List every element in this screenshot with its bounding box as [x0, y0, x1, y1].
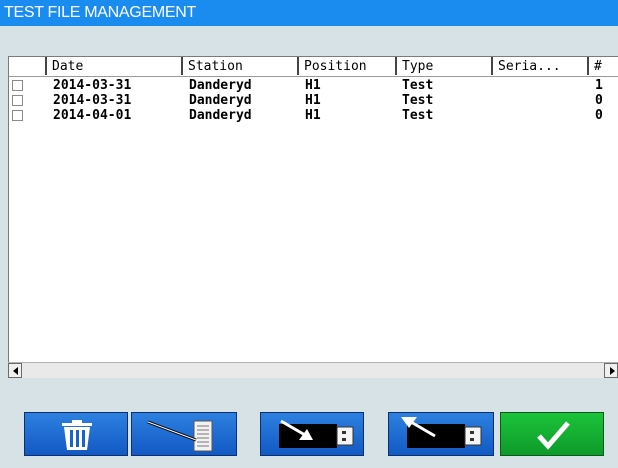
cell-count: 1: [595, 78, 603, 93]
cell-date: 2014-03-31: [53, 93, 132, 108]
cell-position: H1: [305, 78, 321, 93]
cell-type: Test: [402, 108, 434, 123]
checkbox-column-header[interactable]: [9, 57, 47, 75]
row-checkbox[interactable]: [12, 110, 23, 121]
cell-station: Danderyd: [189, 93, 252, 108]
cell-count: 0: [595, 93, 603, 108]
arrow-left-icon: [13, 367, 18, 375]
horizontal-scrollbar[interactable]: [8, 362, 618, 378]
cell-type: Test: [402, 93, 434, 108]
file-list[interactable]: Date Station Position Type Seria... # 20…: [8, 56, 618, 376]
table-row[interactable]: 2014-04-01 Danderyd H1 Test 0: [9, 108, 618, 123]
column-header-count[interactable]: #: [589, 57, 618, 75]
row-checkbox[interactable]: [12, 80, 23, 91]
cell-position: H1: [305, 108, 321, 123]
checkmark-icon: [537, 421, 570, 450]
usb-export-icon: [401, 417, 482, 448]
document-edit-icon: [147, 420, 213, 452]
row-checkbox[interactable]: [12, 95, 23, 106]
column-header-position[interactable]: Position: [299, 57, 397, 75]
cell-count: 0: [595, 108, 603, 123]
column-header-date[interactable]: Date: [47, 57, 183, 75]
usb-import-icon: [279, 419, 354, 448]
delete-button[interactable]: [24, 412, 128, 456]
cell-type: Test: [402, 78, 434, 93]
table-row[interactable]: 2014-03-31 Danderyd H1 Test 0: [9, 93, 618, 108]
cell-station: Danderyd: [189, 108, 252, 123]
import-usb-button[interactable]: [260, 412, 364, 456]
table-header: Date Station Position Type Seria... #: [9, 57, 618, 77]
trash-icon: [62, 420, 92, 450]
cell-date: 2014-03-31: [53, 78, 132, 93]
scroll-left-button[interactable]: [8, 363, 22, 378]
cell-station: Danderyd: [189, 78, 252, 93]
column-header-serial[interactable]: Seria...: [493, 57, 589, 75]
confirm-button[interactable]: [500, 412, 604, 456]
column-header-station[interactable]: Station: [183, 57, 299, 75]
scroll-right-button[interactable]: [604, 363, 618, 378]
cell-date: 2014-04-01: [53, 108, 132, 123]
column-header-type[interactable]: Type: [397, 57, 493, 75]
arrow-right-icon: [610, 367, 615, 375]
table-row[interactable]: 2014-03-31 Danderyd H1 Test 1: [9, 78, 618, 93]
cell-position: H1: [305, 93, 321, 108]
edit-file-button[interactable]: [131, 412, 237, 456]
export-usb-button[interactable]: [388, 412, 494, 456]
window-title: TEST FILE MANAGEMENT: [0, 0, 618, 26]
